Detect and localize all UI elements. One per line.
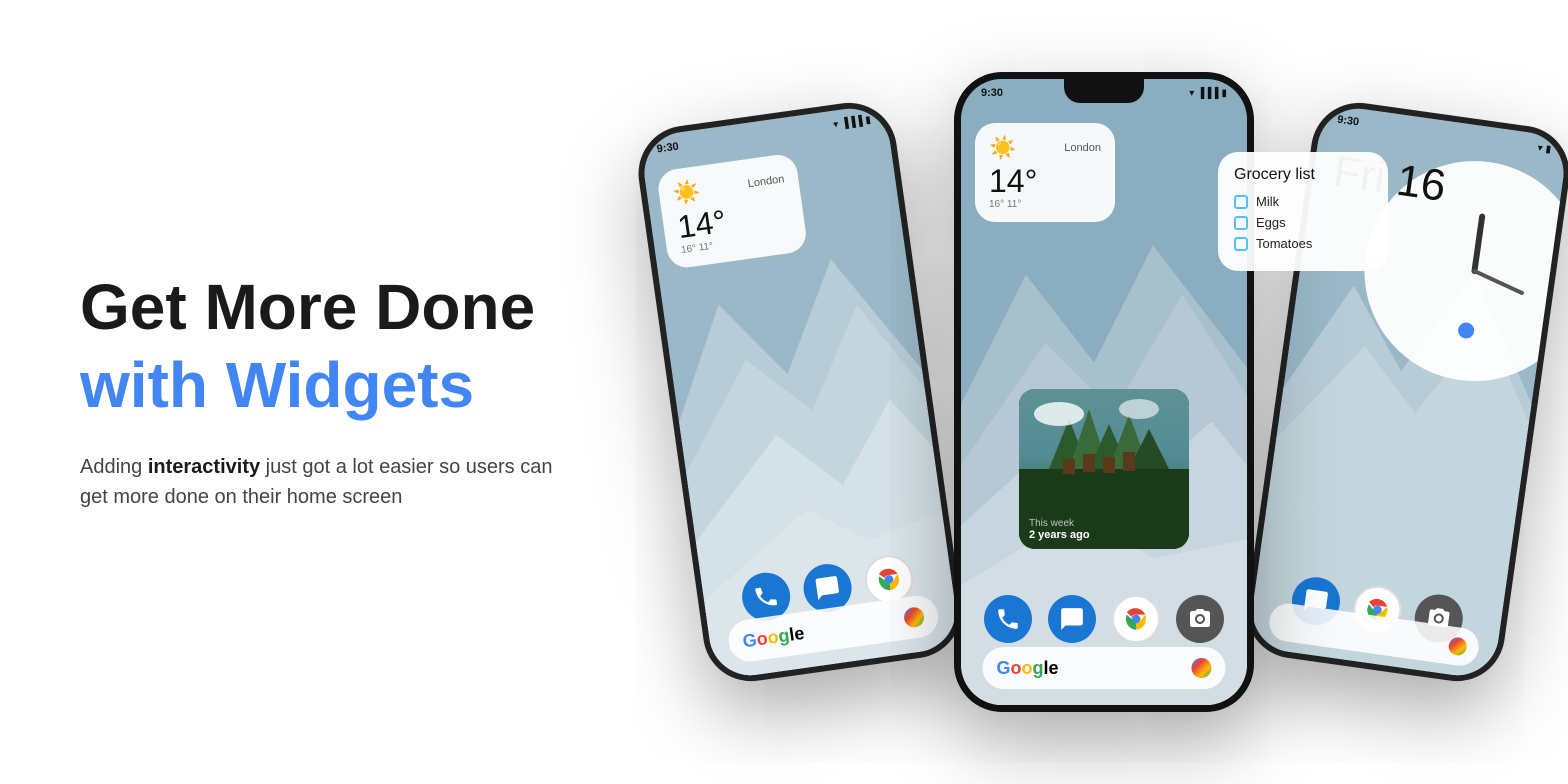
weather-temp-center: 14° — [989, 165, 1101, 197]
photo-caption-main: 2 years ago — [1029, 529, 1090, 541]
weather-icon-center: ☀️ — [989, 135, 1016, 161]
subtext-part1: Adding — [80, 456, 148, 478]
status-time-right: 9:30 — [1336, 114, 1359, 129]
weather-widget-left[interactable]: ☀️ London 14° 16° 11° — [656, 152, 808, 270]
weather-widget-center[interactable]: ☀️ London 14° 16° 11° — [975, 123, 1115, 222]
signal-icon-center: ▐▐▐ — [1197, 88, 1218, 99]
grocery-item-text-2: Eggs — [1256, 215, 1286, 230]
status-time-left: 9:30 — [656, 141, 679, 156]
assistant-icon-left — [903, 606, 926, 629]
photo-caption-center: This week 2 years ago — [1029, 518, 1090, 541]
status-icons-right: ▾ ▮ — [1537, 142, 1552, 155]
grocery-widget-container: Grocery list Milk Eggs Tomatoes — [1218, 152, 1388, 271]
left-section: Get More Done with Widgets Adding intera… — [0, 212, 640, 573]
battery-icon-right: ▮ — [1545, 143, 1552, 155]
subtext-bold: interactivity — [148, 456, 260, 478]
weather-range-center: 16° 11° — [989, 199, 1101, 210]
weather-icon-left: ☀️ — [672, 178, 703, 208]
phone-left-screen: 9:30 ▾ ▐▐▐ ▮ ☀️ London 14° 16° 11° — [639, 103, 961, 680]
status-icons-center: ▾ ▐▐▐ ▮ — [1189, 88, 1227, 99]
grocery-item-3[interactable]: Tomatoes — [1234, 236, 1372, 251]
assistant-icon-center — [1192, 658, 1212, 678]
page-container: Get More Done with Widgets Adding intera… — [0, 0, 1568, 784]
messages-app-icon-center[interactable] — [1048, 595, 1096, 643]
google-logo-left: Google — [741, 622, 805, 651]
status-time-center: 9:30 — [981, 87, 1003, 99]
battery-icon-center: ▮ — [1221, 88, 1227, 99]
wifi-icon-right: ▾ — [1537, 142, 1544, 154]
photo-content: This week 2 years ago — [1019, 389, 1189, 549]
grocery-item-2[interactable]: Eggs — [1234, 215, 1372, 230]
headline-line1: Get More Done — [80, 272, 560, 342]
status-icons-left: ▾ ▐▐▐ ▮ — [833, 114, 872, 130]
grocery-item-text-3: Tomatoes — [1256, 236, 1312, 251]
photo-widget-center[interactable]: This week 2 years ago — [1019, 389, 1189, 549]
grocery-checkbox-3[interactable] — [1234, 237, 1248, 251]
subtext: Adding interactivity just got a lot easi… — [80, 452, 560, 512]
assistant-icon-right — [1447, 636, 1467, 656]
grocery-widget[interactable]: Grocery list Milk Eggs Tomatoes — [1218, 152, 1388, 271]
phones-section: 9:30 ▾ ▐▐▐ ▮ ☀️ London 14° 16° 11° — [640, 0, 1568, 784]
headline-line2: with Widgets — [80, 350, 560, 420]
phone-notch-center — [1064, 79, 1144, 103]
phone-left: 9:30 ▾ ▐▐▐ ▮ ☀️ London 14° 16° 11° — [632, 97, 967, 688]
photo-caption-sub: This week — [1029, 518, 1090, 529]
chrome-app-icon-center[interactable] — [1112, 595, 1160, 643]
search-bar-center[interactable]: Google — [982, 647, 1225, 689]
grocery-title: Grocery list — [1234, 166, 1372, 184]
grocery-checkbox-2[interactable] — [1234, 216, 1248, 230]
grocery-item-text-1: Milk — [1256, 194, 1279, 209]
grocery-checkbox-1[interactable] — [1234, 195, 1248, 209]
signal-icon-left: ▐▐▐ — [841, 115, 864, 129]
wifi-icon-center: ▾ — [1189, 88, 1194, 99]
phone-app-icon-center[interactable] — [984, 595, 1032, 643]
google-logo-center: Google — [996, 658, 1058, 679]
battery-icon-left: ▮ — [865, 114, 872, 126]
grocery-item-1[interactable]: Milk — [1234, 194, 1372, 209]
weather-top-center: ☀️ London — [989, 135, 1101, 161]
phone-center-screen: 9:30 ▾ ▐▐▐ ▮ ☀️ London 14° 16° 11° — [961, 79, 1247, 705]
wifi-icon-left: ▾ — [833, 119, 840, 131]
weather-city-left: London — [747, 173, 785, 190]
weather-city-center: London — [1064, 142, 1101, 154]
camera-app-icon-center[interactable] — [1176, 595, 1224, 643]
phone-center: 9:30 ▾ ▐▐▐ ▮ ☀️ London 14° 16° 11° — [954, 72, 1254, 712]
dock-center — [984, 595, 1224, 643]
